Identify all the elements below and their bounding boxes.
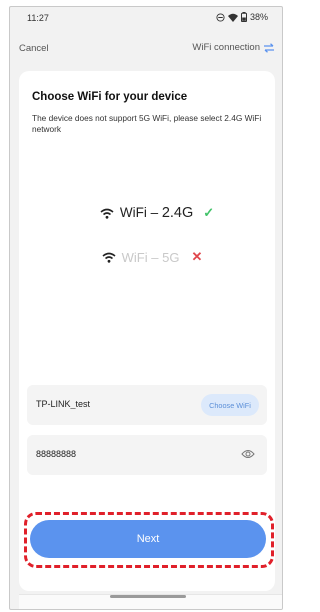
- next-button[interactable]: Next: [30, 520, 266, 558]
- wifi-icon: [227, 13, 238, 22]
- password-input[interactable]: [36, 449, 196, 459]
- do-not-disturb-icon: [216, 12, 225, 22]
- band-label-2-4g: WiFi – 2.4G: [119, 205, 194, 221]
- swap-arrows-icon: [264, 42, 274, 53]
- password-field: [27, 435, 267, 475]
- band-label-5g: WiFi – 5G: [121, 249, 180, 265]
- cross-icon: ✕: [191, 249, 203, 264]
- nav-title: WiFi connection: [192, 42, 260, 53]
- eye-icon[interactable]: [241, 449, 255, 459]
- wifi-connection-switch[interactable]: WiFi connection: [192, 42, 275, 53]
- status-time: 11:27: [27, 13, 49, 23]
- wifi-icon: [100, 208, 114, 219]
- ssid-field: Choose WiFi: [27, 385, 267, 425]
- status-icons: 38%: [216, 12, 268, 22]
- band-row-2-4g: WiFi – 2.4G ✓: [29, 205, 282, 221]
- check-icon: ✓: [203, 205, 215, 220]
- ssid-input[interactable]: [36, 399, 196, 409]
- cancel-button[interactable]: Cancel: [19, 43, 49, 54]
- home-indicator[interactable]: [110, 595, 186, 598]
- status-bar: 11:27 38%: [10, 7, 282, 29]
- choose-wifi-button[interactable]: Choose WiFi: [201, 394, 259, 416]
- card-description: The device does not support 5G WiFi, ple…: [32, 113, 262, 134]
- wifi-icon: [102, 252, 116, 263]
- band-row-5g: WiFi – 5G ✕: [24, 249, 280, 265]
- battery-percent: 38%: [249, 12, 268, 22]
- battery-icon: [240, 12, 247, 22]
- nav-bar: Cancel WiFi connection: [10, 39, 282, 59]
- card-title: Choose WiFi for your device: [32, 91, 188, 103]
